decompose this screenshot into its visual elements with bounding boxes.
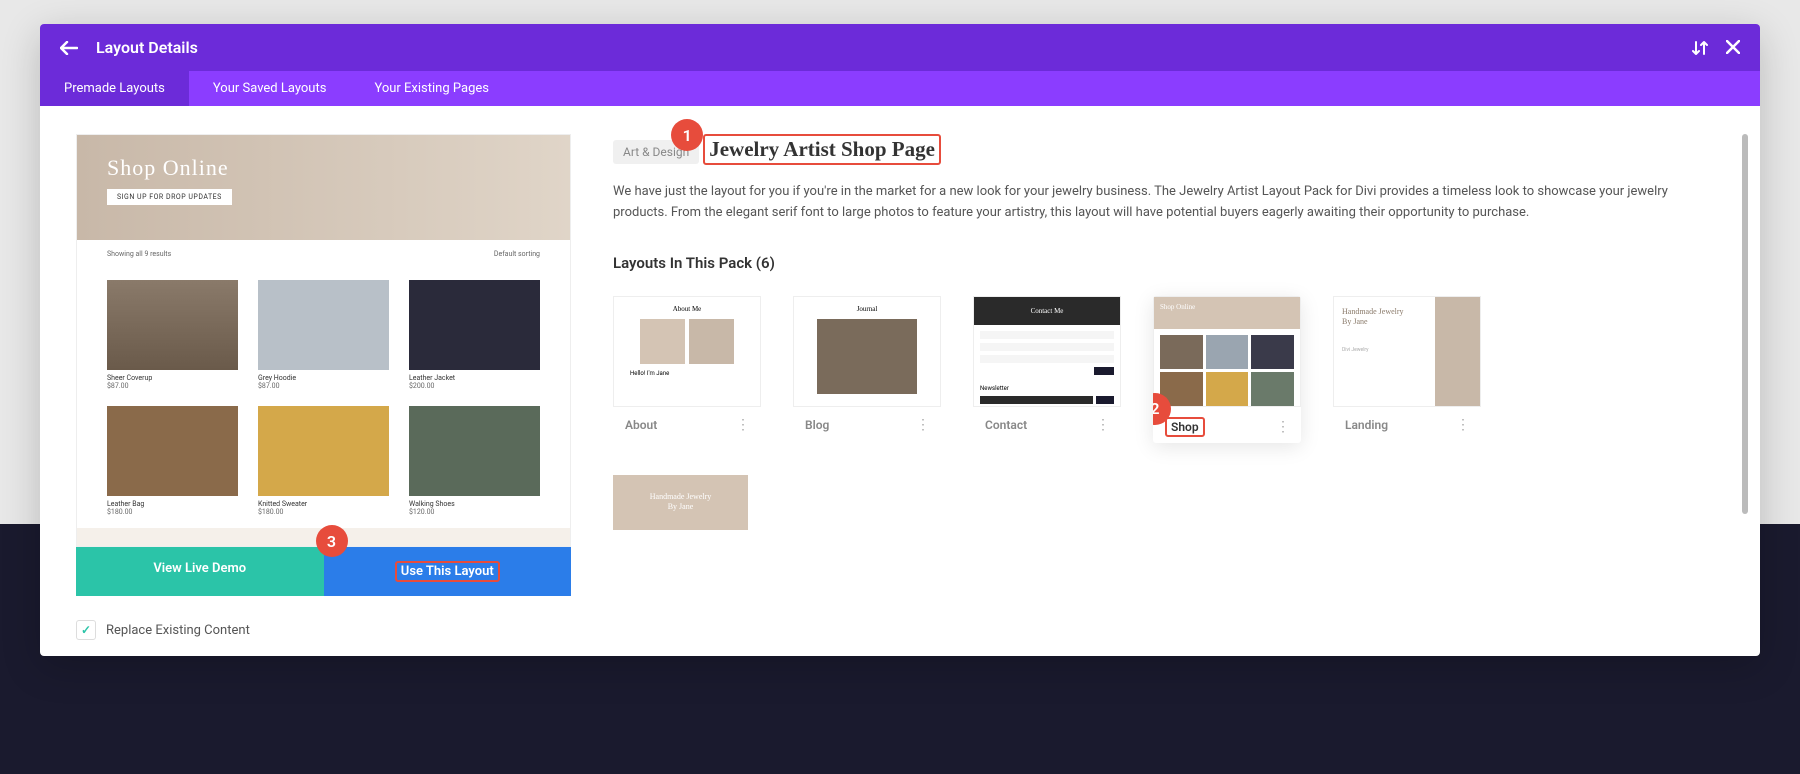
- replace-content-label: Replace Existing Content: [106, 623, 250, 638]
- tabs-bar: Premade Layouts Your Saved Layouts Your …: [40, 71, 1760, 106]
- layout-card-shop[interactable]: 2 Shop Online Shop ⋮: [1153, 296, 1301, 443]
- more-icon[interactable]: ⋮: [1456, 417, 1469, 433]
- layout-thumb: Shop Online: [1153, 296, 1301, 407]
- layout-card-blog[interactable]: Journal Blog ⋮: [793, 296, 941, 443]
- modal-title: Layout Details: [96, 38, 1692, 57]
- layout-card-contact[interactable]: Contact Me Newsletter Contact ⋮: [973, 296, 1121, 443]
- layout-name: About: [625, 418, 657, 432]
- tab-existing[interactable]: Your Existing Pages: [350, 71, 513, 106]
- layout-thumb: About Me Hello! I'm Jane: [613, 296, 761, 407]
- sort-icon[interactable]: [1692, 40, 1708, 56]
- layout-preview: Shop Online SIGN UP FOR DROP UPDATES Sho…: [76, 134, 571, 547]
- layout-name: Shop: [1165, 417, 1205, 437]
- more-icon[interactable]: ⋮: [736, 417, 749, 433]
- layout-name: Contact: [985, 418, 1027, 432]
- layout-name: Blog: [805, 418, 829, 432]
- layout-thumb: Handmade JewelryBy Jane Divi Jewelry: [1333, 296, 1481, 407]
- tab-premade[interactable]: Premade Layouts: [40, 71, 189, 106]
- preview-hero-btn: SIGN UP FOR DROP UPDATES: [107, 189, 232, 205]
- use-layout-button[interactable]: 3 Use This Layout: [324, 547, 572, 596]
- more-icon[interactable]: ⋮: [1096, 417, 1109, 433]
- preview-sorting: Default sorting: [494, 250, 540, 258]
- scrollbar[interactable]: [1742, 134, 1748, 514]
- page-title: Jewelry Artist Shop Page: [703, 134, 941, 165]
- layout-card-landing[interactable]: Handmade JewelryBy Jane Divi Jewelry Lan…: [1333, 296, 1481, 443]
- back-icon[interactable]: [60, 41, 78, 55]
- view-demo-button[interactable]: View Live Demo: [76, 547, 324, 596]
- layout-card-about[interactable]: About Me Hello! I'm Jane About ⋮: [613, 296, 761, 443]
- layout-name: Landing: [1345, 418, 1388, 432]
- layout-thumb-secondary: Handmade JewelryBy Jane: [613, 475, 748, 530]
- modal-header: Layout Details: [40, 24, 1760, 71]
- replace-content-checkbox[interactable]: ✓ Replace Existing Content: [76, 620, 571, 640]
- annotation-3: 3: [316, 525, 348, 557]
- more-icon[interactable]: ⋮: [1276, 419, 1289, 435]
- check-icon: ✓: [76, 620, 96, 640]
- close-icon[interactable]: [1726, 40, 1740, 56]
- annotation-1: 1: [671, 119, 703, 151]
- layout-details-modal: Layout Details Premade Layouts Your Save…: [40, 24, 1760, 656]
- layout-thumb: Journal: [793, 296, 941, 407]
- layout-thumb: Contact Me Newsletter: [973, 296, 1121, 407]
- preview-showing: Showing all 9 results: [107, 250, 171, 258]
- more-icon[interactable]: ⋮: [916, 417, 929, 433]
- preview-hero-title: Shop Online: [107, 155, 540, 181]
- tab-saved[interactable]: Your Saved Layouts: [189, 71, 351, 106]
- pack-heading: Layouts In This Pack (6): [613, 254, 1724, 272]
- layout-description: We have just the layout for you if you'r…: [613, 182, 1724, 224]
